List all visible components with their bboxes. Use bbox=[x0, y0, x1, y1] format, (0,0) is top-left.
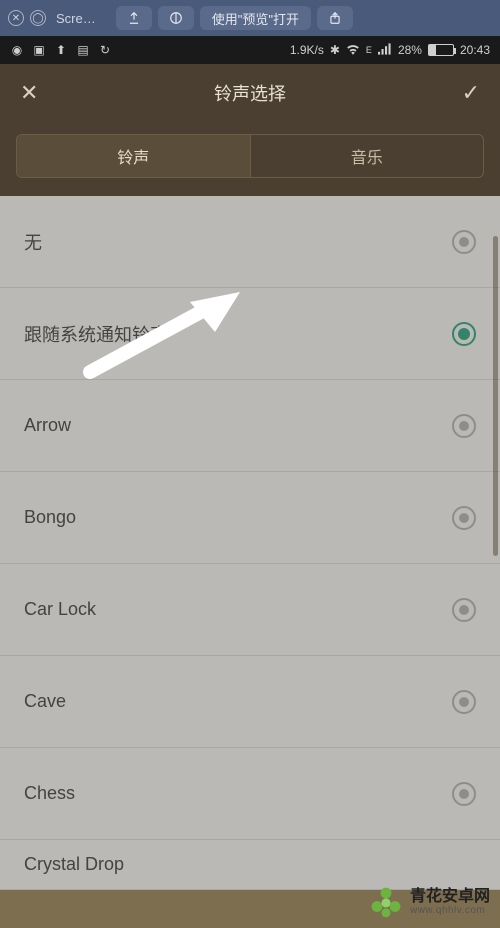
ringtone-label: Arrow bbox=[24, 415, 452, 436]
radio-button[interactable] bbox=[452, 598, 476, 622]
signal-type: E bbox=[366, 45, 372, 55]
radio-button[interactable] bbox=[452, 690, 476, 714]
list-item[interactable]: Crystal Drop bbox=[0, 840, 500, 890]
radio-button[interactable] bbox=[452, 782, 476, 806]
share-up-button[interactable] bbox=[116, 6, 152, 30]
share-out-button[interactable] bbox=[317, 6, 353, 30]
ringtone-label: Chess bbox=[24, 783, 452, 804]
watermark-logo-icon bbox=[368, 884, 404, 920]
stop-icon[interactable]: ◯ bbox=[30, 10, 46, 26]
list-item[interactable]: 跟随系统通知铃声 bbox=[0, 288, 500, 380]
tab-music[interactable]: 音乐 bbox=[250, 135, 484, 177]
battery-icon bbox=[428, 44, 454, 56]
android-status-bar: ◉ ▣ ⬆ ▤ ↻ 1.9K/s ✱ E 28% 20:43 bbox=[0, 36, 500, 64]
page-title: 铃声选择 bbox=[38, 80, 461, 106]
watermark-url: www.qhhlv.com bbox=[410, 905, 490, 916]
upload-icon: ⬆ bbox=[54, 43, 68, 57]
close-tab-icon[interactable]: ✕ bbox=[8, 10, 24, 26]
ringtone-label: 无 bbox=[24, 229, 452, 255]
list-item[interactable]: 无 bbox=[0, 196, 500, 288]
eye-icon: ◉ bbox=[10, 43, 24, 57]
ringtone-label: Bongo bbox=[24, 507, 452, 528]
ringtone-label: Crystal Drop bbox=[24, 854, 476, 875]
ringtone-label: 跟随系统通知铃声 bbox=[24, 321, 452, 347]
battery-pct: 28% bbox=[398, 43, 422, 57]
phone-screen: ◉ ▣ ⬆ ▤ ↻ 1.9K/s ✱ E 28% 20:43 ✕ 铃声选择 ✓ … bbox=[0, 36, 500, 928]
tab-bar: 铃声 音乐 bbox=[0, 122, 500, 196]
marker-button[interactable] bbox=[158, 6, 194, 30]
wifi-icon bbox=[346, 43, 360, 58]
list-item[interactable]: Car Lock bbox=[0, 564, 500, 656]
list-item[interactable]: Bongo bbox=[0, 472, 500, 564]
radio-button[interactable] bbox=[452, 414, 476, 438]
confirm-icon[interactable]: ✓ bbox=[462, 80, 480, 106]
refresh-icon: ↻ bbox=[98, 43, 112, 57]
list-item[interactable]: Cave bbox=[0, 656, 500, 748]
ringtone-list: 无 跟随系统通知铃声 Arrow Bongo Car Lock Cave Che… bbox=[0, 196, 500, 890]
radio-button[interactable] bbox=[452, 230, 476, 254]
ringtone-label: Cave bbox=[24, 691, 452, 712]
radio-button[interactable] bbox=[452, 506, 476, 530]
clock: 20:43 bbox=[460, 43, 490, 57]
open-preview-button[interactable]: 使用"预览"打开 bbox=[200, 6, 311, 30]
list-item[interactable]: Chess bbox=[0, 748, 500, 840]
watermark-name: 青花安卓网 bbox=[410, 888, 490, 906]
save-icon: ▤ bbox=[76, 43, 90, 57]
app-header: ✕ 铃声选择 ✓ bbox=[0, 64, 500, 122]
radio-button[interactable] bbox=[452, 322, 476, 346]
scrollbar[interactable] bbox=[493, 236, 498, 556]
signal-icon bbox=[378, 43, 392, 58]
network-speed: 1.9K/s bbox=[290, 43, 324, 57]
list-item[interactable]: Arrow bbox=[0, 380, 500, 472]
browser-tab-title: Scre… bbox=[56, 11, 96, 26]
browser-toolbar: ✕ ◯ Scre… 使用"预览"打开 bbox=[0, 0, 500, 36]
ringtone-label: Car Lock bbox=[24, 599, 452, 620]
watermark: 青花安卓网 www.qhhlv.com bbox=[368, 884, 490, 920]
bluetooth-icon: ✱ bbox=[330, 43, 340, 57]
image-icon: ▣ bbox=[32, 43, 46, 57]
tab-ringtone[interactable]: 铃声 bbox=[17, 135, 250, 177]
close-icon[interactable]: ✕ bbox=[20, 80, 38, 106]
